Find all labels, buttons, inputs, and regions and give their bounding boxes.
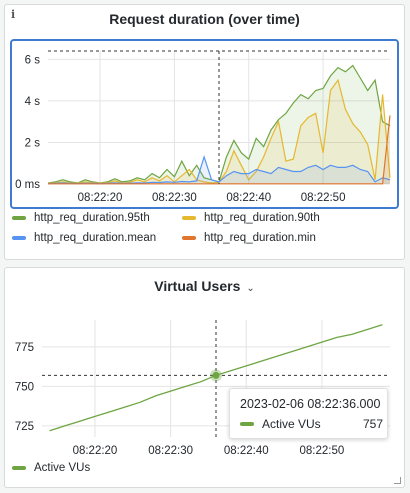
panel-title-text: Virtual Users <box>154 278 241 294</box>
tooltip-series-name: Active VUs <box>262 417 321 431</box>
legend-label: http_req_duration.mean <box>34 232 157 244</box>
legend-swatch <box>12 216 26 220</box>
legend-swatch <box>12 236 26 240</box>
legend-item[interactable]: http_req_duration.90th <box>182 212 320 224</box>
legend-item[interactable]: http_req_duration.min <box>182 232 316 244</box>
legend-item[interactable]: http_req_duration.95th <box>12 212 150 224</box>
legend-request-duration: http_req_duration.95th http_req_duration.… <box>12 212 402 252</box>
legend-label: Active VUs <box>34 462 91 474</box>
legend-swatch <box>182 216 196 220</box>
legend-swatch <box>182 236 196 240</box>
tooltip-swatch <box>240 422 254 426</box>
panel-title-virtual-users[interactable]: Virtual Users ⌄ <box>5 278 404 294</box>
tooltip-series: Active VUs <box>240 417 321 431</box>
legend-virtual-users: Active VUs <box>12 462 402 478</box>
resize-handle-icon[interactable] <box>394 477 401 484</box>
panel-title[interactable]: Request duration (over time) <box>5 11 404 27</box>
legend-label: http_req_duration.min <box>204 232 316 244</box>
legend-swatch <box>12 466 26 470</box>
hover-tooltip: 2023-02-06 08:22:36.000 Active VUs 757 <box>229 388 388 439</box>
plot-focus-frame <box>10 39 399 209</box>
legend-label: http_req_duration.90th <box>204 212 320 224</box>
legend-item[interactable]: Active VUs <box>12 462 90 474</box>
legend-label: http_req_duration.95th <box>34 212 150 224</box>
tooltip-value: 757 <box>363 417 384 431</box>
legend-item[interactable]: http_req_duration.mean <box>12 232 156 244</box>
tooltip-time: 2023-02-06 08:22:36.000 <box>240 397 381 411</box>
virtual-users-panel: Virtual Users ⌄ <box>4 267 405 488</box>
chevron-down-icon[interactable]: ⌄ <box>246 283 254 294</box>
